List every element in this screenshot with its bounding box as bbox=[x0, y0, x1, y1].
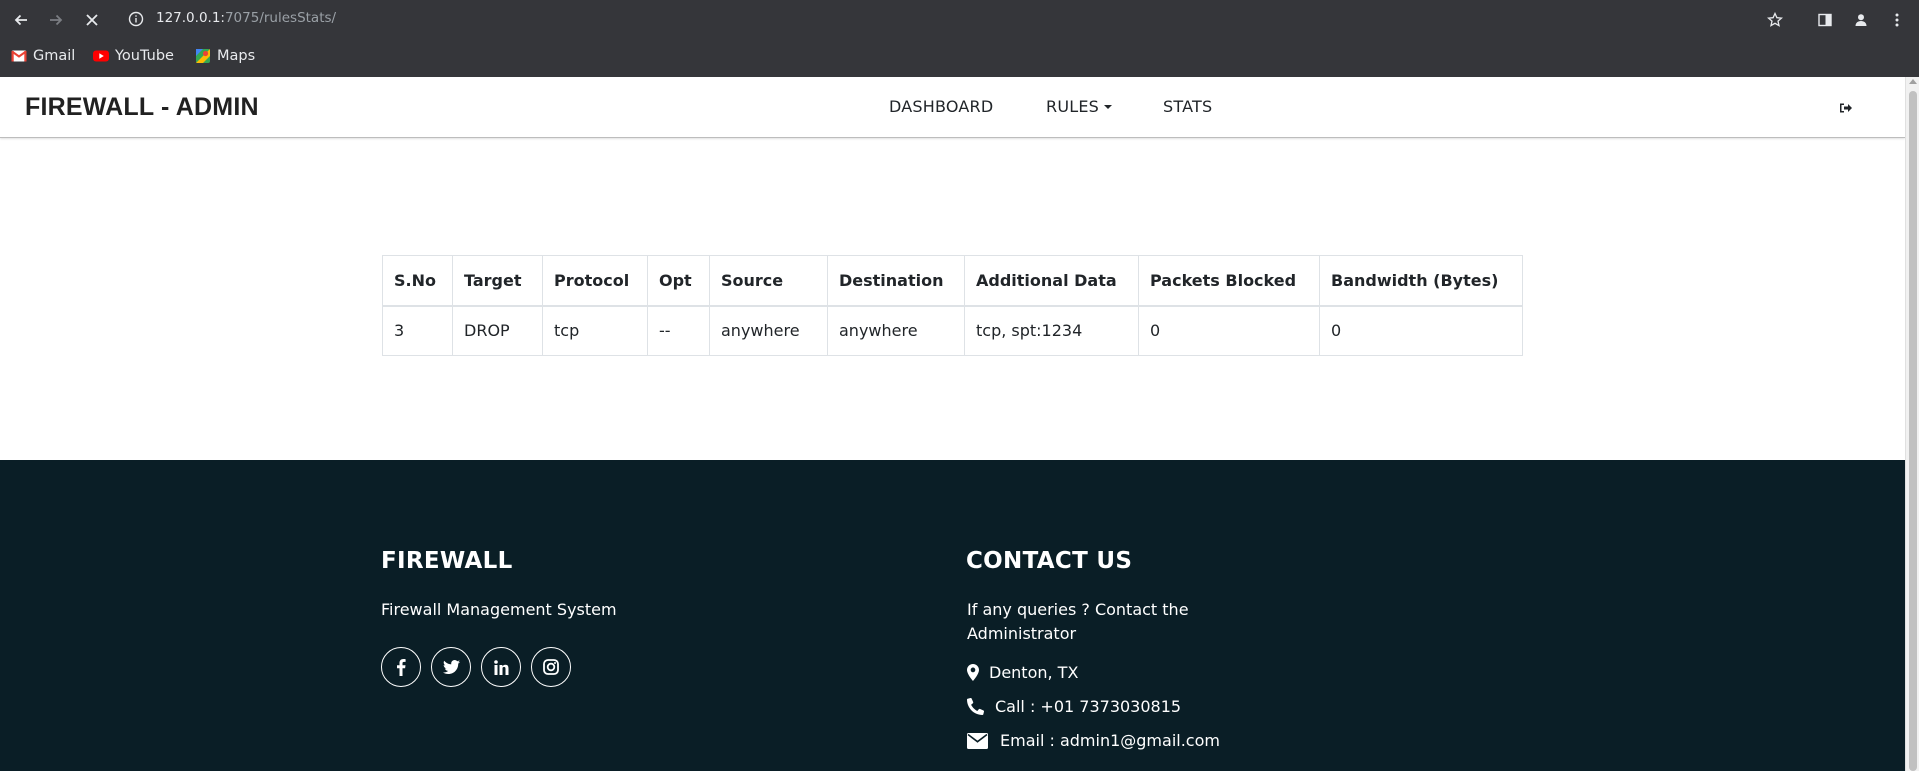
gmail-icon bbox=[11, 48, 27, 64]
column-header: Target bbox=[452, 255, 543, 307]
browser-menu-button[interactable] bbox=[1885, 8, 1909, 32]
url-path: 7075/rulesStats/ bbox=[224, 10, 337, 26]
table-cell: -- bbox=[647, 305, 710, 356]
site-header: FIREWALL - ADMIN DASHBOARD RULES STATS bbox=[0, 77, 1905, 138]
table-cell: DROP bbox=[452, 305, 543, 356]
nav-stats[interactable]: STATS bbox=[1163, 97, 1212, 116]
table-cell: anywhere bbox=[827, 305, 965, 356]
bookmark-youtube[interactable]: YouTube bbox=[93, 46, 174, 66]
stop-button[interactable] bbox=[80, 8, 104, 32]
twitter-icon bbox=[442, 660, 460, 674]
footer-tagline: Firewall Management System bbox=[381, 600, 617, 619]
instagram-link[interactable] bbox=[531, 647, 571, 687]
nav-rules-label: RULES bbox=[1046, 97, 1100, 116]
email-text: Email : admin1@gmail.com bbox=[1000, 731, 1220, 750]
maps-icon bbox=[195, 48, 211, 64]
footer-brand-title: FIREWALL bbox=[381, 548, 513, 574]
column-header: Opt bbox=[647, 255, 710, 307]
site-info-icon[interactable] bbox=[128, 11, 144, 27]
envelope-icon bbox=[967, 732, 988, 749]
phone-icon bbox=[967, 698, 984, 715]
side-panel-icon bbox=[1818, 13, 1832, 27]
linkedin-icon bbox=[493, 659, 508, 675]
logout-icon[interactable] bbox=[1839, 102, 1853, 114]
youtube-icon bbox=[93, 48, 109, 64]
column-header: S.No bbox=[382, 255, 453, 307]
forward-arrow-icon bbox=[50, 14, 63, 26]
table-header-row: S.No Target Protocol Opt Source Destinat… bbox=[382, 255, 1523, 307]
back-arrow-icon bbox=[14, 14, 27, 26]
kebab-menu-icon bbox=[1895, 13, 1899, 27]
person-icon bbox=[1855, 14, 1867, 26]
table-cell: tcp, spt:1234 bbox=[964, 305, 1139, 356]
table-row: 3 DROP tcp -- anywhere anywhere tcp, spt… bbox=[382, 305, 1523, 356]
site-brand[interactable]: FIREWALL - ADMIN bbox=[25, 93, 259, 122]
column-header: Protocol bbox=[542, 255, 648, 307]
instagram-icon bbox=[543, 659, 559, 675]
table-cell: 0 bbox=[1138, 305, 1320, 356]
linkedin-link[interactable] bbox=[481, 647, 521, 687]
bookmark-gmail[interactable]: Gmail bbox=[11, 46, 75, 66]
scroll-up-arrow-icon[interactable] bbox=[1909, 79, 1917, 84]
table-cell: tcp bbox=[542, 305, 648, 356]
url-host: 127.0.0.1: bbox=[156, 10, 225, 26]
contact-text: If any queries ? Contact the Administrat… bbox=[967, 600, 1189, 643]
facebook-icon bbox=[397, 658, 406, 676]
bookmark-star-button[interactable] bbox=[1763, 8, 1787, 32]
nav-rules-dropdown[interactable]: RULES bbox=[1046, 97, 1113, 116]
phone-text: Call : +01 7373030815 bbox=[995, 697, 1182, 716]
contact-location: Denton, TX bbox=[967, 663, 1078, 682]
bookmark-label: Maps bbox=[217, 48, 256, 64]
scrollbar-thumb[interactable] bbox=[1909, 91, 1917, 771]
table-cell: 0 bbox=[1319, 305, 1523, 356]
side-panel-button[interactable] bbox=[1813, 8, 1837, 32]
column-header: Bandwidth (Bytes) bbox=[1319, 255, 1523, 307]
close-icon bbox=[86, 14, 98, 26]
table-cell: 3 bbox=[382, 305, 453, 356]
forward-button[interactable] bbox=[44, 8, 68, 32]
bookmark-label: Gmail bbox=[33, 48, 76, 64]
contact-us-title: CONTACT US bbox=[966, 548, 1133, 574]
star-icon bbox=[1767, 12, 1783, 27]
contact-phone[interactable]: Call : +01 7373030815 bbox=[967, 697, 1181, 716]
back-button[interactable] bbox=[9, 8, 33, 32]
facebook-link[interactable] bbox=[381, 647, 421, 687]
location-pin-icon bbox=[967, 664, 979, 681]
page-scrollbar[interactable] bbox=[1905, 77, 1919, 771]
profile-button[interactable] bbox=[1849, 8, 1873, 32]
column-header: Source bbox=[709, 255, 828, 307]
site-footer bbox=[0, 460, 1905, 771]
bookmark-maps[interactable]: Maps bbox=[195, 46, 255, 66]
bookmark-label: YouTube bbox=[115, 48, 174, 64]
nav-dashboard[interactable]: DASHBOARD bbox=[889, 97, 993, 116]
contact-email[interactable]: Email : admin1@gmail.com bbox=[967, 731, 1220, 750]
table-cell: anywhere bbox=[709, 305, 828, 356]
caret-down-icon bbox=[1104, 105, 1113, 109]
column-header: Packets Blocked bbox=[1138, 255, 1320, 307]
bookmarks-bar bbox=[0, 38, 1919, 77]
column-header: Destination bbox=[827, 255, 965, 307]
location-text: Denton, TX bbox=[989, 663, 1079, 682]
rules-stats-table: S.No Target Protocol Opt Source Destinat… bbox=[382, 255, 1523, 356]
column-header: Additional Data bbox=[964, 255, 1139, 307]
address-bar[interactable]: 127.0.0.1:7075/rulesStats/ bbox=[156, 10, 336, 26]
twitter-link[interactable] bbox=[431, 647, 471, 687]
